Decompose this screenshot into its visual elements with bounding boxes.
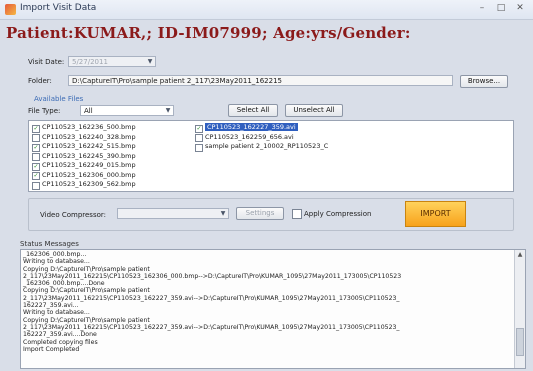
scroll-thumb[interactable]	[516, 328, 524, 356]
checkbox-unchecked[interactable]	[195, 134, 203, 142]
app-icon	[5, 4, 16, 15]
status-line: 162227_359.avi...	[23, 302, 79, 310]
status-line: Copying D:\CaptureIT\Pro\sample patient	[23, 287, 150, 295]
status-line: 2_117\23May2011_162215\CP110523_162306_0…	[23, 272, 402, 280]
file-list-column-right: ✓ CP110523_162227_359.avi CP110523_162259…	[194, 123, 394, 152]
maximize-button[interactable]: □	[493, 2, 509, 15]
scroll-up-icon[interactable]: ▲	[515, 250, 525, 260]
status-line: Copying D:\CaptureIT\Pro\sample patient	[23, 265, 150, 273]
checkbox-unchecked[interactable]	[32, 134, 40, 142]
status-line: 2_117\23May2011_162215\CP110523_162227_3…	[23, 323, 400, 331]
list-item[interactable]: CP110523_162309_562.bmp	[31, 180, 191, 190]
chevron-down-icon: ▼	[165, 107, 171, 114]
chevron-down-icon: ▼	[220, 210, 226, 217]
checkbox-unchecked[interactable]	[32, 181, 40, 190]
status-log: _162306_000.bmp... Writing to database..…	[21, 251, 513, 353]
checkbox-unchecked[interactable]	[195, 143, 203, 152]
list-item[interactable]: ✓ CP110523_162242_515.bmp	[31, 142, 191, 152]
file-type-value: All	[84, 107, 93, 115]
settings-button[interactable]: Settings	[236, 207, 284, 220]
file-type-select[interactable]: All ▼	[80, 105, 174, 116]
list-item[interactable]: CP110523_162259_656.avi	[194, 133, 394, 142]
status-messages-box[interactable]: _162306_000.bmp... Writing to database..…	[20, 249, 526, 369]
status-line: _162306_000.bmp...	[23, 251, 87, 258]
list-item-selected[interactable]: ✓ CP110523_162227_359.avi	[194, 123, 394, 133]
list-item[interactable]: ✓ CP110523_162249_015.bmp	[31, 161, 191, 171]
import-button[interactable]: IMPORT	[405, 201, 466, 227]
list-item[interactable]: sample patient 2_10002_RP110523_C	[194, 142, 394, 152]
list-item[interactable]: ✓ CP110523_162306_000.bmp	[31, 171, 191, 180]
status-scrollbar[interactable]: ▲	[514, 250, 525, 368]
visit-date-label: Visit Date:	[28, 58, 65, 66]
apply-compression-label: Apply Compression	[304, 210, 372, 218]
checkbox-checked[interactable]: ✓	[32, 143, 40, 152]
list-item[interactable]: CP110523_162245_390.bmp	[31, 152, 191, 161]
visit-date-picker[interactable]: 5/27/2011 ▼	[68, 56, 156, 67]
close-button[interactable]: ✕	[512, 2, 528, 15]
status-line: 2_117\23May2011_162215\CP110523_162227_3…	[23, 294, 400, 302]
chevron-down-icon: ▼	[147, 58, 153, 65]
visit-date-value: 5/27/2011	[72, 58, 108, 66]
title-bar: Import Visit Data – □ ✕	[0, 0, 533, 20]
folder-path-field[interactable]: D:\CaptureIT\Pro\sample patient 2_117\23…	[68, 75, 453, 86]
checkbox-checked[interactable]: ✓	[32, 162, 40, 171]
apply-compression-checkbox[interactable]	[292, 209, 302, 219]
checkbox-checked[interactable]: ✓	[32, 124, 40, 133]
status-line: _162306_000.bmp....Done	[23, 280, 105, 288]
list-item[interactable]: CP110523_162240_328.bmp	[31, 133, 191, 142]
folder-label: Folder:	[28, 77, 52, 85]
status-line: Completed copying files	[23, 338, 98, 346]
available-files-title: Available Files	[34, 95, 84, 103]
patient-header: Patient:KUMAR,; ID-IM07999; Age:yrs/Gend…	[6, 24, 411, 42]
checkbox-unchecked[interactable]	[32, 153, 40, 161]
checkbox-checked[interactable]: ✓	[32, 172, 40, 180]
file-list-column-left: ✓ CP110523_162236_500.bmp CP110523_162240…	[31, 123, 191, 190]
video-compressor-label: Video Compressor:	[40, 211, 106, 219]
minimize-button[interactable]: –	[474, 2, 490, 15]
list-item[interactable]: ✓ CP110523_162236_500.bmp	[31, 123, 191, 133]
video-compressor-select[interactable]: ▼	[117, 208, 229, 219]
unselect-all-button[interactable]: Unselect All	[285, 104, 343, 117]
file-type-label: File Type:	[28, 107, 61, 115]
status-messages-label: Status Messages	[20, 240, 79, 248]
status-line: Writing to database...	[23, 309, 90, 317]
status-line: Writing to database...	[23, 258, 90, 266]
file-list[interactable]: ✓ CP110523_162236_500.bmp CP110523_162240…	[28, 120, 514, 192]
status-line: 162227_359.avi....Done	[23, 331, 97, 339]
select-all-button[interactable]: Select All	[228, 104, 278, 117]
checkbox-checked[interactable]: ✓	[195, 124, 203, 133]
window-title: Import Visit Data	[20, 3, 97, 13]
status-line: Import Completed	[23, 345, 80, 353]
browse-button[interactable]: Browse...	[460, 75, 508, 88]
status-line: Copying D:\CaptureIT\Pro\sample patient	[23, 316, 150, 324]
